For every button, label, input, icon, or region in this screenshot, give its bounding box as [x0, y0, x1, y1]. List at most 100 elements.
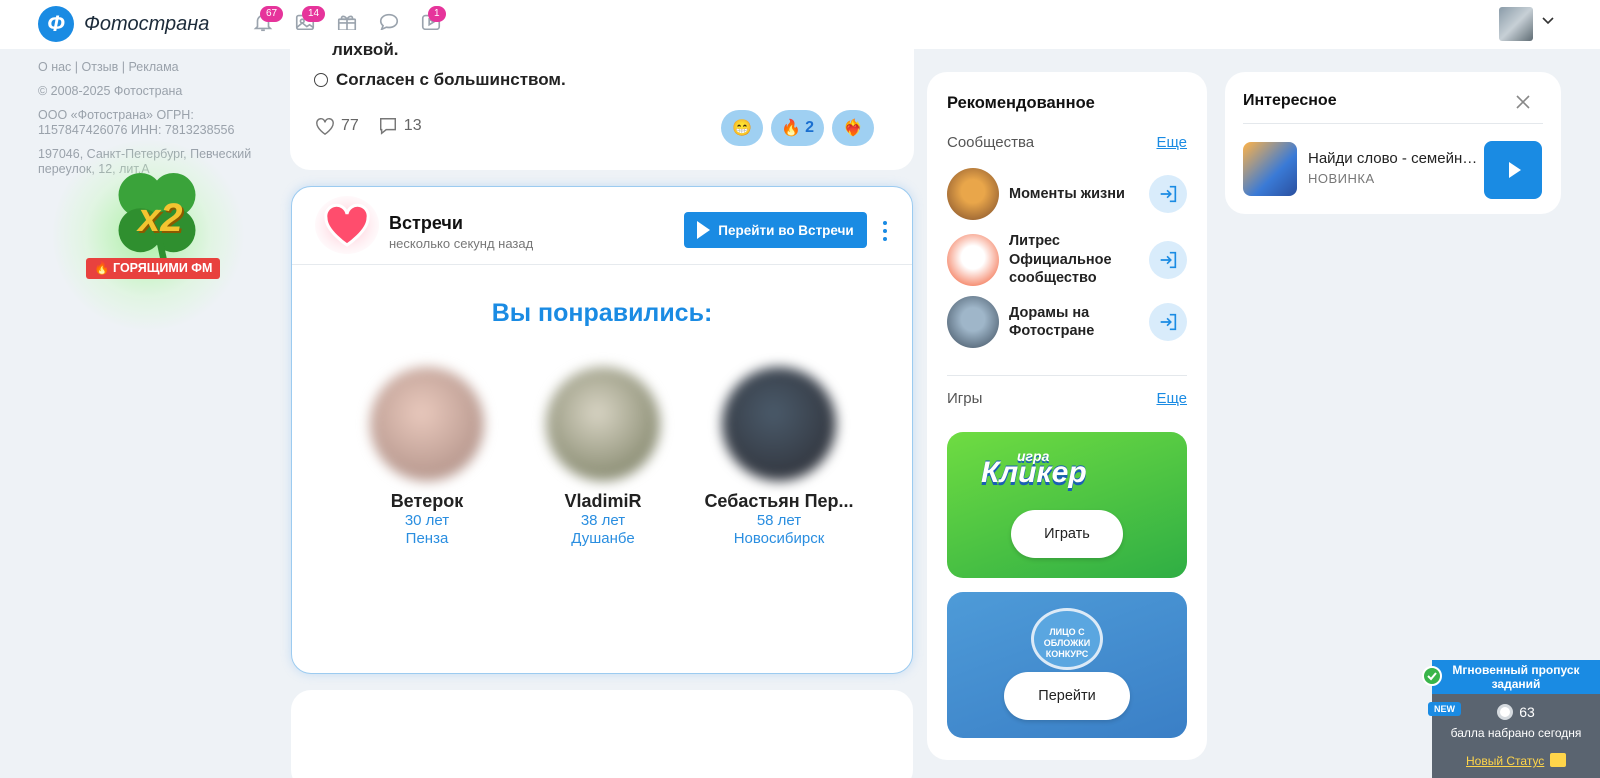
enter-icon [1160, 251, 1177, 268]
person-name[interactable]: VladimiR [513, 491, 693, 512]
community-name[interactable]: Моменты жизни [1009, 185, 1149, 204]
person-city: Новосибирск [733, 530, 825, 547]
poll-partial-text: лихвой. [332, 40, 399, 59]
meetings-header: Встречи несколько секунд назад Перейти в… [292, 187, 912, 265]
gift-icon [1550, 753, 1566, 767]
points-value: 63 [1519, 704, 1535, 720]
copyright: © 2008-2025 Фотострана [38, 84, 183, 98]
widget-title[interactable]: Мгновенный пропуск заданий [1432, 660, 1600, 694]
person-name[interactable]: Себастьян Пер... [689, 491, 869, 512]
community-avatar[interactable] [947, 296, 999, 348]
community-name[interactable]: Дорамы на Фотостране [1009, 304, 1149, 341]
go-to-meetings-label: Перейти во Встречи [718, 222, 854, 238]
community-avatar[interactable] [947, 233, 999, 286]
community-item[interactable]: Литрес Официальное сообщество [947, 232, 1187, 288]
clicker-game-tile[interactable]: игра Кликер Играть [947, 432, 1187, 578]
person-name[interactable]: Ветерок [337, 491, 517, 512]
community-avatar[interactable] [947, 168, 999, 220]
reactions: 😁 🔥 2 ❤️‍🔥 [721, 110, 874, 146]
person-city: Душанбе [571, 530, 635, 547]
chevron-down-icon[interactable] [1541, 14, 1555, 28]
recommended-panel: Рекомендованное Сообщества Еще Моменты ж… [927, 72, 1207, 760]
photos-badge: 14 [302, 6, 326, 22]
reaction-count: 2 [805, 119, 814, 136]
meetings-card: Встречи несколько секунд назад Перейти в… [291, 186, 913, 674]
join-community-button[interactable] [1149, 175, 1187, 213]
enter-icon [1160, 185, 1177, 203]
logo-icon: Ф [38, 6, 74, 42]
person-card[interactable]: VladimiR 38 лет Душанбе [513, 367, 693, 548]
reaction-heart-fire[interactable]: ❤️‍🔥 [832, 110, 874, 146]
go-contest-button[interactable]: Перейти [1004, 672, 1130, 720]
meetings-time: несколько секунд назад [389, 236, 534, 251]
games-label: Игры [947, 390, 983, 407]
person-card[interactable]: Себастьян Пер... 58 лет Новосибирск [689, 367, 869, 548]
like-button[interactable]: 77 [314, 116, 359, 136]
radio-icon[interactable] [314, 73, 328, 87]
comment-icon [379, 118, 396, 135]
person-age: 38 лет [580, 512, 626, 529]
divider [947, 375, 1187, 376]
user-avatar[interactable] [1499, 7, 1533, 41]
interesting-item-name[interactable]: Найди слово - семейная игра [1308, 150, 1478, 167]
fire-emoji-icon: 🔥 [781, 120, 802, 137]
check-icon [1422, 666, 1442, 686]
interesting-title: Интересное [1243, 92, 1337, 109]
widget-body: NEW 63 балла набрано сегодня Новый Стату… [1428, 694, 1600, 778]
recommended-title: Рекомендованное [947, 94, 1095, 112]
more-options-icon[interactable] [883, 221, 887, 241]
person-age: 30 лет [404, 512, 450, 529]
comments-button[interactable]: 13 [377, 116, 422, 136]
reaction-grin[interactable]: 😁 [721, 110, 764, 146]
play-game-button[interactable]: Играть [1011, 510, 1123, 558]
games-more-link[interactable]: Еще [1156, 390, 1187, 407]
community-name[interactable]: Литрес Официальное сообщество [1009, 232, 1149, 288]
new-status-link[interactable]: Новый Статус [1466, 754, 1544, 768]
contest-seal: ЛИЦО С ОБЛОЖКИ КОНКУРС [1031, 608, 1103, 670]
game-logo: Кликер [981, 456, 1087, 489]
join-community-button[interactable] [1149, 303, 1187, 341]
play-icon [697, 221, 711, 239]
logo-text: Фотострана [84, 12, 210, 35]
cover-face-contest-tile[interactable]: ЛИЦО С ОБЛОЖКИ КОНКУРС Перейти [947, 592, 1187, 738]
interesting-item-sub: НОВИНКА [1308, 171, 1375, 186]
notifications-badge: 67 [260, 6, 284, 22]
company-info: ООО «Фотострана» ОГРН: 1157847426076 ИНН… [38, 108, 235, 137]
heart-fire-emoji-icon: ❤️‍🔥 [843, 120, 863, 137]
play-icon [1508, 162, 1521, 178]
notifications-button[interactable]: 67 [252, 6, 284, 34]
logo[interactable]: Ф Фотострана [38, 6, 209, 42]
community-item[interactable]: Моменты жизни [947, 168, 1187, 220]
poll-option[interactable]: Согласен с большинством. [314, 70, 566, 90]
points-label: балла набрано сегодня [1450, 726, 1582, 740]
liked-heading: Вы понравились: [491, 299, 713, 327]
heart-icon [316, 118, 334, 136]
communities-more-link[interactable]: Еще [1156, 134, 1187, 151]
person-card[interactable]: Ветерок 30 лет Пенза [337, 367, 517, 548]
person-photo[interactable] [370, 367, 484, 481]
widget-points: 63 [1432, 704, 1600, 720]
divider [1243, 123, 1543, 124]
promo-banner[interactable]: x2 🔥 ГОРЯЩИМИ ФМ [40, 140, 265, 330]
footer-links[interactable]: О нас | Отзыв | Реклама [38, 60, 258, 75]
likes-count: 77 [341, 117, 359, 134]
game-thumbnail[interactable] [1243, 142, 1297, 196]
go-to-meetings-button[interactable]: Перейти во Встречи [684, 212, 867, 248]
videos-badge: 1 [428, 6, 446, 22]
tasks-widget[interactable]: Мгновенный пропуск заданий NEW 63 балла … [1422, 660, 1600, 778]
reaction-fire[interactable]: 🔥 2 [771, 110, 824, 146]
person-photo[interactable] [546, 367, 660, 481]
comments-count: 13 [403, 117, 422, 134]
coin-icon [1497, 704, 1514, 720]
person-photo[interactable] [722, 367, 836, 481]
close-icon[interactable] [1515, 94, 1531, 110]
play-button[interactable] [1484, 141, 1542, 199]
enter-icon [1160, 313, 1177, 331]
next-post-card [291, 690, 913, 778]
promo-multiplier: x2 [138, 196, 183, 240]
person-city: Пенза [405, 530, 449, 547]
community-item[interactable]: Дорамы на Фотостране [947, 296, 1187, 348]
meetings-title[interactable]: Встречи [389, 213, 463, 234]
join-community-button[interactable] [1149, 240, 1187, 279]
grin-emoji-icon: 😁 [732, 120, 753, 137]
